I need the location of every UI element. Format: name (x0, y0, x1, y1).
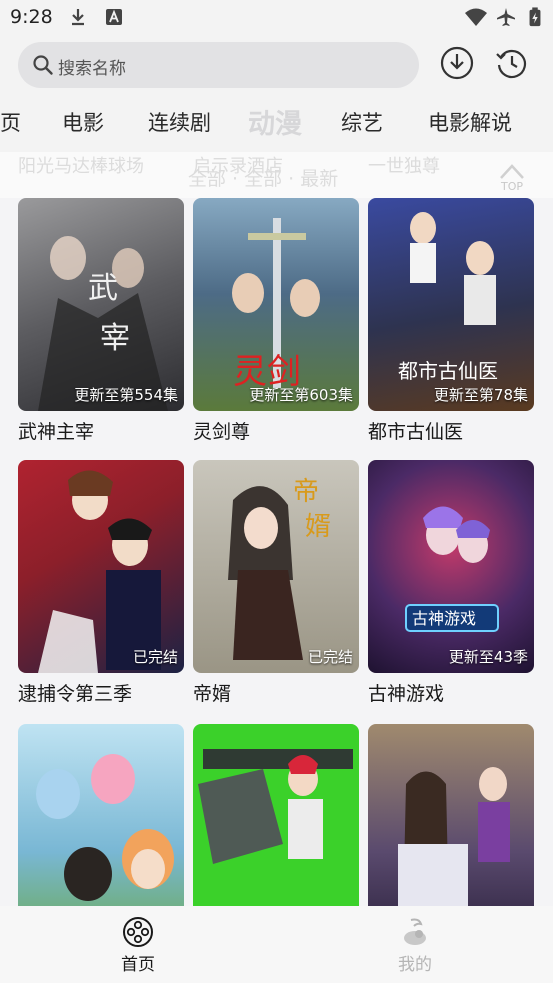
episode-badge: 更新至第554集 (74, 386, 178, 404)
poster: 帝 婿 已完结 (193, 460, 359, 673)
episode-badge: 更新至第78集 (433, 386, 528, 404)
status-time: 9:28 (10, 6, 53, 28)
poster-art (36, 754, 174, 901)
top-label: TOP (500, 180, 523, 193)
svg-text:宰: 宰 (100, 321, 130, 356)
poster: 武 宰 更新至第554集 (18, 198, 184, 411)
video-title: 帝婿 (193, 683, 232, 705)
video-card[interactable] (193, 724, 359, 906)
status-bar: 9:28 (0, 0, 553, 36)
poster: 灵剑 更新至第603集 (193, 198, 359, 411)
category-tabs: 页 电影 连续剧 动漫 综艺 电影解说 (0, 96, 553, 152)
svg-text:武: 武 (88, 271, 118, 306)
profile-icon (404, 918, 426, 945)
chevron-up-icon (500, 164, 524, 179)
app-status-icon (106, 9, 122, 25)
video-card[interactable] (368, 724, 534, 906)
nav-home[interactable]: 首页 (98, 916, 178, 975)
poster-art: 古神游戏 (405, 506, 499, 632)
back-to-top-button[interactable]: TOP (493, 160, 531, 194)
history-icon[interactable] (495, 46, 529, 80)
svg-text:帝: 帝 (293, 477, 319, 507)
video-title: 古神游戏 (368, 683, 445, 705)
video-card[interactable] (18, 724, 184, 906)
poster-image (18, 460, 184, 673)
tab-series[interactable]: 连续剧 (148, 107, 211, 137)
poster-image (18, 724, 184, 906)
bottom-nav: 首页 我的 (0, 906, 553, 983)
poster-art: 帝 婿 (228, 477, 331, 660)
poster-art (398, 767, 510, 906)
video-card[interactable]: 都市古仙医 更新至第78集 都市古仙医 (368, 198, 534, 444)
ghost-title-3: 一世独尊 (368, 156, 440, 177)
poster: 已完结 (18, 460, 184, 673)
poster (368, 724, 534, 906)
episode-badge: 更新至43季 (448, 648, 528, 666)
battery-charging-icon (529, 7, 541, 27)
nav-profile-label: 我的 (398, 955, 432, 975)
poster-image: 帝 婿 (193, 460, 359, 673)
video-card[interactable]: 古神游戏 更新至43季 古神游戏 (368, 460, 534, 706)
video-title: 灵剑尊 (193, 421, 251, 443)
tab-anime[interactable]: 动漫 (248, 102, 302, 141)
airplane-mode-icon (497, 8, 515, 26)
poster: 都市古仙医 更新至第78集 (368, 198, 534, 411)
nav-profile[interactable]: 我的 (375, 916, 455, 975)
wifi-icon (465, 8, 487, 26)
svg-text:都市古仙医: 都市古仙医 (398, 359, 498, 383)
nav-home-label: 首页 (121, 955, 155, 975)
filter-summary[interactable]: 全部 · 全部 · 最新 (188, 164, 338, 191)
poster-image (193, 724, 359, 906)
poster (193, 724, 359, 906)
search-row: 搜索名称 (0, 36, 553, 96)
poster-art: 武 宰 (38, 236, 168, 411)
tab-movie-commentary[interactable]: 电影解说 (428, 107, 512, 137)
download-icon[interactable] (440, 46, 474, 80)
svg-text:婿: 婿 (305, 512, 331, 542)
search-placeholder: 搜索名称 (58, 59, 126, 79)
download-status-icon (72, 9, 84, 26)
video-card[interactable]: 灵剑 更新至第603集 灵剑尊 (193, 198, 359, 444)
poster-art: 都市古仙医 (398, 212, 498, 383)
film-reel-icon (123, 917, 153, 947)
filter-bar: 阳光马达棒球场 启示录酒店 一世独尊 全部 · 全部 · 最新 TOP (0, 152, 553, 198)
video-title: 武神主宰 (18, 421, 95, 443)
status-badge: 已完结 (307, 648, 353, 666)
video-title: 逮捕令第三季 (18, 683, 133, 705)
poster (18, 724, 184, 906)
episode-badge: 更新至第603集 (249, 386, 353, 404)
ghost-title-1: 阳光马达棒球场 (18, 156, 144, 177)
poster-art (38, 470, 161, 673)
video-card[interactable]: 已完结 逮捕令第三季 (18, 460, 184, 706)
video-card[interactable]: 武 宰 更新至第554集 武神主宰 (18, 198, 184, 444)
poster-image: 武 宰 (18, 198, 184, 411)
poster: 古神游戏 更新至43季 (368, 460, 534, 673)
tab-movies[interactable]: 电影 (62, 107, 104, 137)
video-grid: 武 宰 更新至第554集 武神主宰 灵剑 更新至第603集 灵剑尊 都市古仙医 … (0, 198, 553, 906)
search-input[interactable]: 搜索名称 (18, 42, 419, 88)
svg-text:古神游戏: 古神游戏 (412, 609, 476, 628)
poster-art: 灵剑 (232, 218, 320, 392)
poster-image: 都市古仙医 (368, 198, 534, 411)
video-card[interactable]: 帝 婿 已完结 帝婿 (193, 460, 359, 706)
search-icon (33, 55, 53, 75)
poster-image: 古神游戏 (368, 460, 534, 673)
status-badge: 已完结 (132, 648, 178, 666)
poster-art (198, 749, 353, 864)
tab-home-partial[interactable]: 页 (0, 107, 21, 137)
poster-image (368, 724, 534, 906)
poster-image: 灵剑 (193, 198, 359, 411)
video-title: 都市古仙医 (368, 421, 464, 443)
tab-variety[interactable]: 综艺 (341, 107, 383, 137)
